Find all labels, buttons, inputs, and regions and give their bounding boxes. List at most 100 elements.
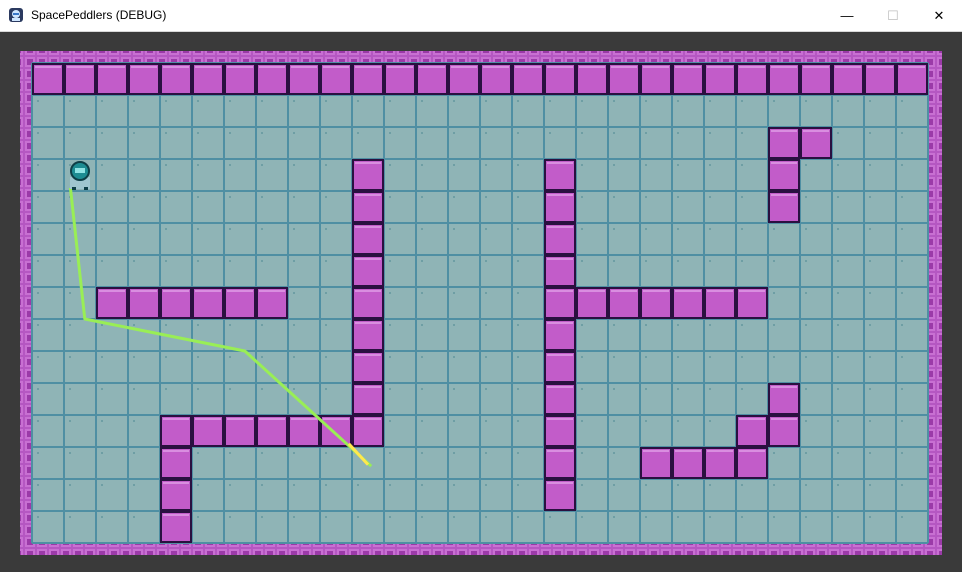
wall-highlight	[611, 66, 637, 68]
floor-rivet	[869, 260, 871, 262]
floor-rivet	[229, 484, 231, 486]
floor-rivet	[293, 100, 295, 102]
floor-rivet	[869, 420, 871, 422]
wall-highlight	[163, 418, 189, 420]
wall-highlight	[547, 258, 573, 260]
floor-rivet	[517, 228, 519, 230]
wall-highlight	[579, 66, 605, 68]
wall-highlight	[99, 66, 125, 68]
floor-rivet	[613, 420, 615, 422]
floor-rivet	[133, 164, 135, 166]
floor-rivet	[325, 356, 327, 358]
floor-rivet	[101, 420, 103, 422]
wall-highlight	[227, 290, 253, 292]
floor-rivet	[773, 228, 775, 230]
wall-block	[768, 383, 800, 415]
wall-highlight	[355, 226, 381, 228]
floor-rivet	[613, 164, 615, 166]
floor-rivet	[421, 260, 423, 262]
floor-rivet	[261, 324, 263, 326]
floor-rivet	[229, 228, 231, 230]
floor-rivet	[453, 484, 455, 486]
floor-rivet	[677, 260, 679, 262]
wall-highlight	[867, 66, 893, 68]
floor-rivet	[197, 356, 199, 358]
wall-highlight	[259, 418, 285, 420]
floor-rivet	[389, 196, 391, 198]
wall-highlight	[355, 66, 381, 68]
floor-rivet	[389, 388, 391, 390]
window-title: SpacePeddlers (DEBUG)	[31, 8, 167, 22]
wall-highlight	[227, 66, 253, 68]
floor-rivet	[453, 196, 455, 198]
floor-rivet	[133, 260, 135, 262]
floor-rivet	[549, 132, 551, 134]
app-icon	[9, 8, 23, 22]
floor-rivet	[293, 484, 295, 486]
wall-block	[672, 447, 704, 479]
floor-rivet	[613, 228, 615, 230]
floor-rivet	[869, 100, 871, 102]
floor-rivet	[261, 196, 263, 198]
wall-highlight	[771, 162, 797, 164]
wall-highlight	[355, 386, 381, 388]
wall-block	[736, 287, 768, 319]
wall-highlight	[643, 290, 669, 292]
floor-rivet	[69, 292, 71, 294]
wall-block	[256, 287, 288, 319]
floor-rivet	[389, 324, 391, 326]
floor-rivet	[485, 388, 487, 390]
minimize-button[interactable]: —	[824, 0, 870, 31]
floor-rivet	[517, 452, 519, 454]
wall-highlight	[227, 418, 253, 420]
floor-rivet	[421, 356, 423, 358]
floor-rivet	[421, 132, 423, 134]
floor-rivet	[197, 452, 199, 454]
floor-rivet	[677, 132, 679, 134]
floor-rivet	[805, 388, 807, 390]
wall-highlight	[35, 66, 61, 68]
game-map[interactable]	[0, 32, 962, 572]
floor-rivet	[741, 484, 743, 486]
floor-rivet	[869, 484, 871, 486]
floor-rivet	[869, 388, 871, 390]
floor-rivet	[709, 260, 711, 262]
wall-block	[32, 63, 64, 95]
wall-block	[480, 63, 512, 95]
wall-block	[768, 127, 800, 159]
floor-rivet	[389, 100, 391, 102]
floor-rivet	[805, 452, 807, 454]
wall-block	[352, 191, 384, 223]
floor-rivet	[133, 324, 135, 326]
floor-rivet	[37, 516, 39, 518]
floor-rivet	[293, 516, 295, 518]
floor-rivet	[37, 164, 39, 166]
floor-rivet	[645, 100, 647, 102]
floor-rivet	[869, 292, 871, 294]
floor-rivet	[901, 420, 903, 422]
floor-rivet	[325, 100, 327, 102]
floor-rivet	[133, 228, 135, 230]
floor-rivet	[773, 484, 775, 486]
floor-rivet	[485, 356, 487, 358]
floor-rivet	[37, 100, 39, 102]
close-button[interactable]: ✕	[916, 0, 962, 31]
floor-rivet	[773, 452, 775, 454]
wall-block	[224, 415, 256, 447]
floor-rivet	[869, 196, 871, 198]
floor-rivet	[645, 228, 647, 230]
astronaut-sprite[interactable]	[70, 161, 90, 190]
floor-rivet	[805, 196, 807, 198]
floor-rivet	[69, 388, 71, 390]
floor-rivet	[709, 420, 711, 422]
wall-highlight	[195, 66, 221, 68]
floor-rivet	[101, 484, 103, 486]
floor-rivet	[101, 452, 103, 454]
floor-rivet	[261, 100, 263, 102]
floor-rivet	[389, 356, 391, 358]
game-viewport[interactable]	[0, 32, 962, 572]
floor-rivet	[325, 516, 327, 518]
floor-rivet	[709, 388, 711, 390]
floor-rivet	[133, 484, 135, 486]
floor-rivet	[901, 164, 903, 166]
